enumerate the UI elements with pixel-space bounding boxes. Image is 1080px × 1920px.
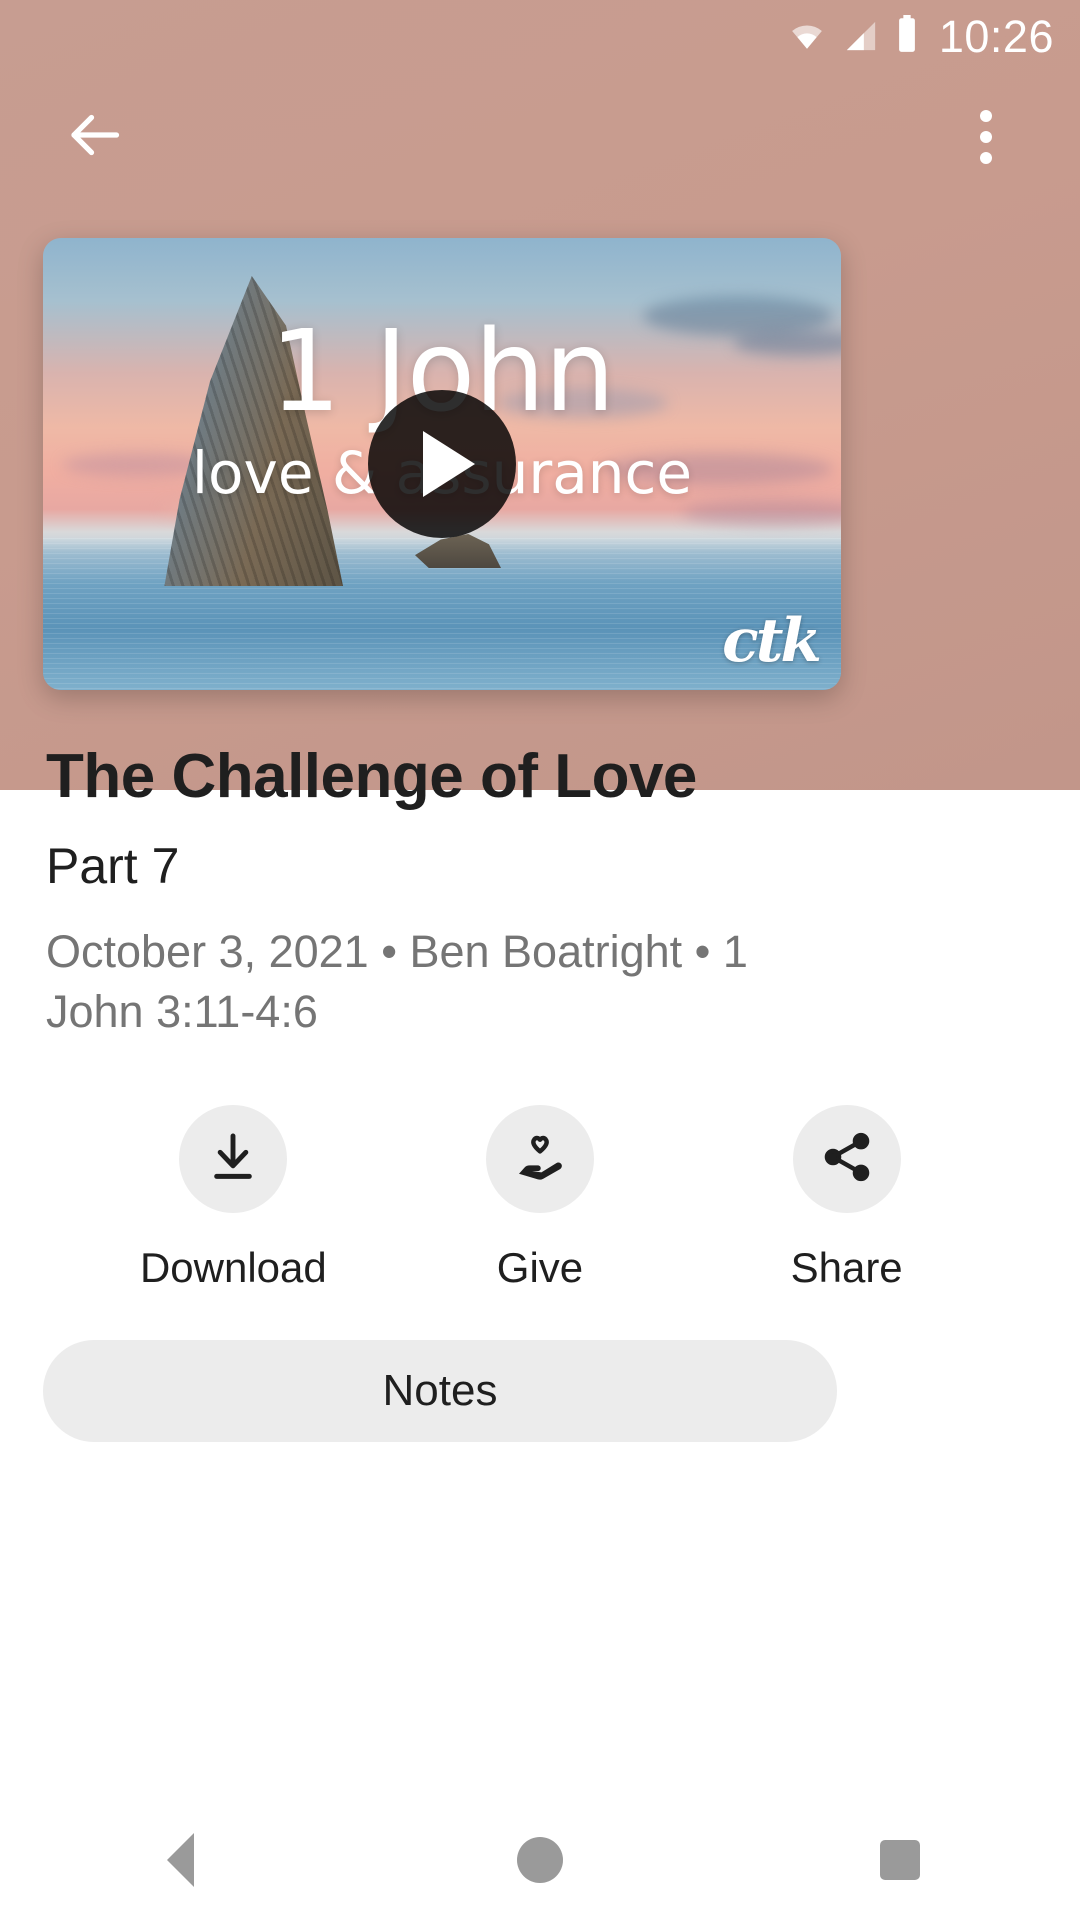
share-button[interactable]: Share: [757, 1105, 937, 1289]
share-label: Share: [790, 1244, 903, 1292]
sermon-metadata: October 3, 2021 • Ben Boatright • 1 John…: [46, 926, 748, 1037]
overflow-menu-button[interactable]: [938, 89, 1034, 185]
download-icon: [205, 1129, 261, 1190]
give-button[interactable]: Give: [450, 1105, 630, 1289]
hand-heart-icon: [512, 1129, 568, 1190]
sermon-detail-screen: 10:26 1 John love & assurance ctk The Ch…: [0, 0, 1080, 1920]
square-recents-icon: [880, 1840, 920, 1880]
circle-home-icon: [517, 1837, 563, 1883]
play-button[interactable]: [368, 390, 516, 538]
android-navigation-bar: [0, 1800, 1080, 1920]
ctk-logo-watermark: ctk: [722, 606, 822, 676]
status-bar-clock: 10:26: [938, 10, 1054, 62]
share-button-circle: [792, 1105, 901, 1214]
nav-recents-button[interactable]: [800, 1800, 1000, 1920]
nav-back-button[interactable]: [80, 1800, 280, 1920]
give-label: Give: [496, 1244, 584, 1292]
top-app-bar: [0, 72, 1080, 202]
video-thumbnail-card[interactable]: 1 John love & assurance ctk: [43, 238, 841, 690]
content-area: The Challenge of Love Part 7 October 3, …: [0, 690, 1080, 1442]
action-button-row: Download Give Share: [0, 1105, 1080, 1289]
sermon-part: Part 7: [46, 838, 180, 895]
download-label: Download: [139, 1244, 327, 1292]
cellular-signal-icon: [841, 19, 881, 58]
nav-home-button[interactable]: [440, 1800, 640, 1920]
back-button[interactable]: [46, 89, 142, 185]
share-icon: [819, 1129, 875, 1190]
download-button-circle: [179, 1105, 288, 1214]
more-vertical-icon: [980, 110, 992, 164]
notes-button[interactable]: Notes: [43, 1340, 837, 1442]
wifi-icon: [787, 19, 827, 58]
download-button[interactable]: Download: [140, 1105, 327, 1289]
status-icon-group: [787, 14, 919, 58]
back-arrow-icon: [64, 105, 124, 170]
give-button-circle: [485, 1105, 594, 1214]
status-bar: 10:26: [0, 0, 1080, 72]
triangle-back-icon: [166, 1833, 194, 1887]
play-icon: [422, 431, 475, 497]
battery-icon: [895, 14, 919, 58]
sermon-title: The Challenge of Love: [46, 742, 697, 811]
